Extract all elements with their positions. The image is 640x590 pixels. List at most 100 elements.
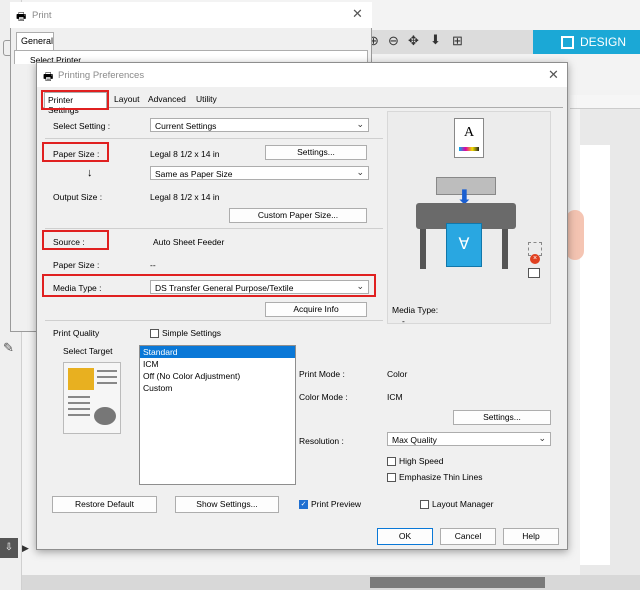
print-titlebar: 🖶 Print ✕ xyxy=(10,2,372,28)
scrollbar-thumb[interactable] xyxy=(370,577,545,588)
canvas-design-shape xyxy=(566,210,584,260)
image-thumbnail xyxy=(68,368,94,390)
media-type-preview-value: - xyxy=(402,316,405,326)
design-tab[interactable]: DESIGN xyxy=(533,30,640,54)
ink-bar xyxy=(459,147,479,151)
layout-manager-checkbox[interactable]: Layout Manager xyxy=(420,499,493,509)
high-speed-label: High Speed xyxy=(399,456,444,466)
print-quality-label: Print Quality xyxy=(53,328,100,338)
print-mode-value: Color xyxy=(387,369,408,379)
printer-icon: 🖶 xyxy=(16,11,27,23)
layout-manager-label: Layout Manager xyxy=(432,499,494,509)
select-target-list[interactable]: Standard ICM Off (No Color Adjustment) C… xyxy=(139,345,296,485)
error-icon: × xyxy=(530,254,540,264)
download-arrow-icon[interactable]: ⬇ xyxy=(430,32,441,48)
output-sheet: ∀ xyxy=(446,223,482,267)
paper-letter: A xyxy=(464,125,475,140)
checkbox[interactable] xyxy=(420,499,429,509)
horizontal-scrollbar[interactable] xyxy=(22,575,640,590)
color-settings-button[interactable]: Settings... xyxy=(453,410,551,425)
paper-size-mode-value: Same as Paper Size xyxy=(155,169,233,179)
close-icon[interactable]: ✕ xyxy=(548,67,559,83)
dialog-titlebar: 🖶 Printing Preferences ✕ xyxy=(37,63,567,87)
tab-layout[interactable]: Layout xyxy=(111,92,143,108)
arrow-down-icon: ↓ xyxy=(87,167,93,179)
dialog-title: Printing Preferences xyxy=(58,70,145,81)
simple-settings-label: Simple Settings xyxy=(162,328,222,338)
tab-utility[interactable]: Utility xyxy=(193,92,220,108)
move-icon[interactable]: ✥ xyxy=(408,33,419,49)
output-size-label: Output Size : xyxy=(53,192,103,202)
eyedropper-icon[interactable]: ✎ xyxy=(3,340,19,356)
close-icon[interactable]: ✕ xyxy=(352,6,363,22)
paper-preview-icon: A xyxy=(454,118,484,158)
simple-settings-checkbox[interactable]: Simple Settings xyxy=(150,328,221,338)
computer-icon xyxy=(528,268,540,278)
canvas-page xyxy=(580,145,610,565)
chart-thumbnail xyxy=(94,407,116,425)
highlight-paper-size xyxy=(42,142,109,162)
output-size-value: Legal 8 1/2 x 14 in xyxy=(150,192,220,202)
chevron-down-icon: ⌄ xyxy=(538,433,546,443)
print-preview-checkbox[interactable]: ✓ Print Preview xyxy=(299,499,361,509)
resolution-label: Resolution : xyxy=(299,436,344,446)
list-item[interactable]: Standard xyxy=(140,346,295,358)
download-icon[interactable]: ⇩ xyxy=(0,538,18,558)
color-mode-value: ICM xyxy=(387,392,403,402)
printer-illustration: ⬇ ∀ xyxy=(416,177,526,272)
chevron-down-icon: ⌄ xyxy=(356,119,364,129)
checkbox[interactable] xyxy=(150,328,159,338)
printer-preview-panel: A ⬇ ∀ × xyxy=(387,111,551,324)
highlight-printer-settings-tab xyxy=(41,90,109,110)
highlight-media-type xyxy=(42,274,376,297)
ruler xyxy=(570,95,640,109)
paper-size-value: Legal 8 1/2 x 14 in xyxy=(150,149,220,159)
expand-arrow-icon[interactable]: ▶ xyxy=(22,543,32,553)
emphasize-thin-lines-label: Emphasize Thin Lines xyxy=(399,472,483,482)
high-speed-checkbox[interactable]: High Speed xyxy=(387,456,443,466)
chevron-down-icon: ⌄ xyxy=(356,167,364,177)
tab-general[interactable]: General xyxy=(16,32,54,50)
checkbox[interactable] xyxy=(387,456,396,466)
cancel-button[interactable]: Cancel xyxy=(440,528,496,545)
divider xyxy=(45,320,383,321)
source-paper-size-value: -- xyxy=(150,260,156,270)
show-settings-button[interactable]: Show Settings... xyxy=(175,496,279,513)
color-mode-label: Color Mode : xyxy=(299,392,348,402)
paper-settings-button[interactable]: Settings... xyxy=(265,145,367,160)
print-preview-label: Print Preview xyxy=(311,499,362,509)
print-window-title: Print xyxy=(32,10,52,21)
custom-paper-size-button[interactable]: Custom Paper Size... xyxy=(229,208,367,223)
document-preview-icon xyxy=(63,362,121,434)
tab-advanced[interactable]: Advanced xyxy=(145,92,189,108)
highlight-source xyxy=(42,230,109,250)
restore-default-button[interactable]: Restore Default xyxy=(52,496,157,513)
help-button[interactable]: Help xyxy=(503,528,559,545)
source-value[interactable]: Auto Sheet Feeder xyxy=(153,237,224,247)
resolution-value: Max Quality xyxy=(392,435,437,445)
resolution-dropdown[interactable]: Max Quality ⌄ xyxy=(387,432,551,446)
paper-size-mode-dropdown[interactable]: Same as Paper Size ⌄ xyxy=(150,166,369,180)
divider xyxy=(45,228,383,229)
media-type-preview-label: Media Type: xyxy=(392,305,439,315)
divider xyxy=(45,138,383,139)
add-page-icon[interactable]: ⊞ xyxy=(452,33,463,49)
acquire-info-button[interactable]: Acquire Info xyxy=(265,302,367,317)
select-setting-label: Select Setting : xyxy=(53,121,111,131)
printer-icon: 🖶 xyxy=(43,71,54,83)
checkbox[interactable] xyxy=(387,472,396,482)
source-paper-size-label: Paper Size : xyxy=(53,260,100,270)
list-item[interactable]: ICM xyxy=(140,358,295,370)
checkmark-icon[interactable]: ✓ xyxy=(299,499,308,509)
select-setting-value: Current Settings xyxy=(155,121,217,131)
grid-icon xyxy=(561,35,574,49)
design-tab-label: DESIGN xyxy=(580,35,627,49)
emphasize-thin-lines-checkbox[interactable]: Emphasize Thin Lines xyxy=(387,472,482,482)
print-mode-label: Print Mode : xyxy=(299,369,345,379)
select-target-label: Select Target xyxy=(63,346,113,356)
select-setting-dropdown[interactable]: Current Settings ⌄ xyxy=(150,118,369,132)
list-item[interactable]: Custom xyxy=(140,382,295,394)
ok-button[interactable]: OK xyxy=(377,528,433,545)
list-item[interactable]: Off (No Color Adjustment) xyxy=(140,370,295,382)
zoom-out-icon[interactable]: ⊖ xyxy=(388,33,399,49)
